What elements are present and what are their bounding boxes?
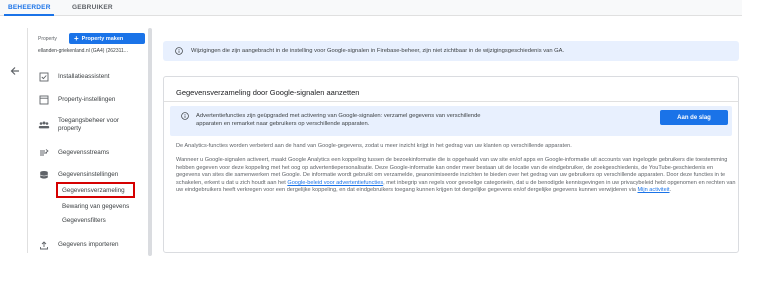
info-icon [181, 112, 189, 120]
sidebar-item-data-import[interactable]: Gegevens importeren [37, 238, 119, 252]
sidebar-item-label: Gegevensinstellingen [58, 171, 119, 179]
sidebar-item-label: Gegevens importeren [58, 241, 119, 249]
info-banner-text: Wijzigingen die zijn aangebracht in de i… [191, 48, 565, 54]
property-selector[interactable]: ellanden-griekenland.nl (GA4) (262311... [38, 48, 144, 54]
card-details-paragraph: Wanneer u Google-signalen activeert, maa… [176, 157, 738, 195]
tab-user[interactable]: GEBRUIKER [72, 4, 113, 11]
window-icon [37, 93, 51, 107]
create-property-button[interactable]: + Property maken [69, 33, 145, 44]
sidebar-subitem-data-retention[interactable]: Bewaring van gegevens [62, 203, 129, 210]
back-arrow-icon[interactable] [10, 66, 20, 78]
sidebar-item-data-streams[interactable]: Gegevensstreams [37, 146, 109, 160]
top-tab-bar: BEHEERDER GEBRUIKER [0, 0, 742, 16]
sidebar-subitem-data-collection[interactable]: Gegevensverzameling [62, 187, 125, 194]
get-started-button[interactable]: Aan de slag [660, 110, 728, 125]
info-icon [175, 47, 183, 55]
database-icon [37, 168, 51, 182]
streams-icon [37, 146, 51, 160]
sidebar-scrollbar[interactable] [148, 28, 152, 256]
sidebar-divider [27, 28, 28, 253]
checkbox-icon [37, 70, 51, 84]
card-title: Gegevensverzameling door Google-signalen… [176, 88, 360, 97]
sidebar-item-data-settings[interactable]: Gegevensinstellingen [37, 168, 118, 182]
info-banner: Wijzigingen die zijn aangebracht in de i… [163, 41, 739, 61]
sidebar-item-label: Gegevensstreams [58, 149, 110, 157]
sidebar-item-label: Toegangsbeheer voor property [58, 117, 119, 132]
my-activity-link[interactable]: Mijn activiteit [637, 187, 669, 193]
sidebar-item-label: Property-instellingen [58, 96, 116, 104]
card-intro-paragraph: De Analytics-functies worden verbeterd a… [176, 143, 572, 149]
property-label: Property [38, 36, 57, 42]
details-text-part-3: . [669, 187, 672, 194]
plus-icon: + [74, 33, 79, 43]
advertising-features-text: Advertentiefuncties zijn geüpgraded met … [196, 113, 481, 127]
google-signals-card: Gegevensverzameling door Google-signalen… [163, 76, 739, 253]
sidebar-item-access-management[interactable]: Toegangsbeheer voor property [37, 117, 128, 132]
sidebar-subitem-data-filters[interactable]: Gegevensfilters [62, 217, 106, 224]
active-tab-indicator [4, 14, 54, 16]
tab-admin[interactable]: BEHEERDER [8, 4, 51, 11]
upload-icon [37, 238, 51, 252]
people-icon [37, 118, 51, 132]
card-divider [164, 101, 738, 102]
sidebar-item-setup-assistant[interactable]: Installatieassistent [37, 70, 109, 84]
sidebar-item-label: Installatieassistent [58, 73, 110, 81]
advertising-policy-link[interactable]: Google-beleid voor advertentiefuncties [287, 180, 383, 186]
sidebar-item-property-settings[interactable]: Property-instellingen [37, 93, 115, 107]
advertising-features-box: Advertentiefuncties zijn geüpgraded met … [170, 106, 732, 136]
create-property-label: Property maken [81, 35, 124, 42]
